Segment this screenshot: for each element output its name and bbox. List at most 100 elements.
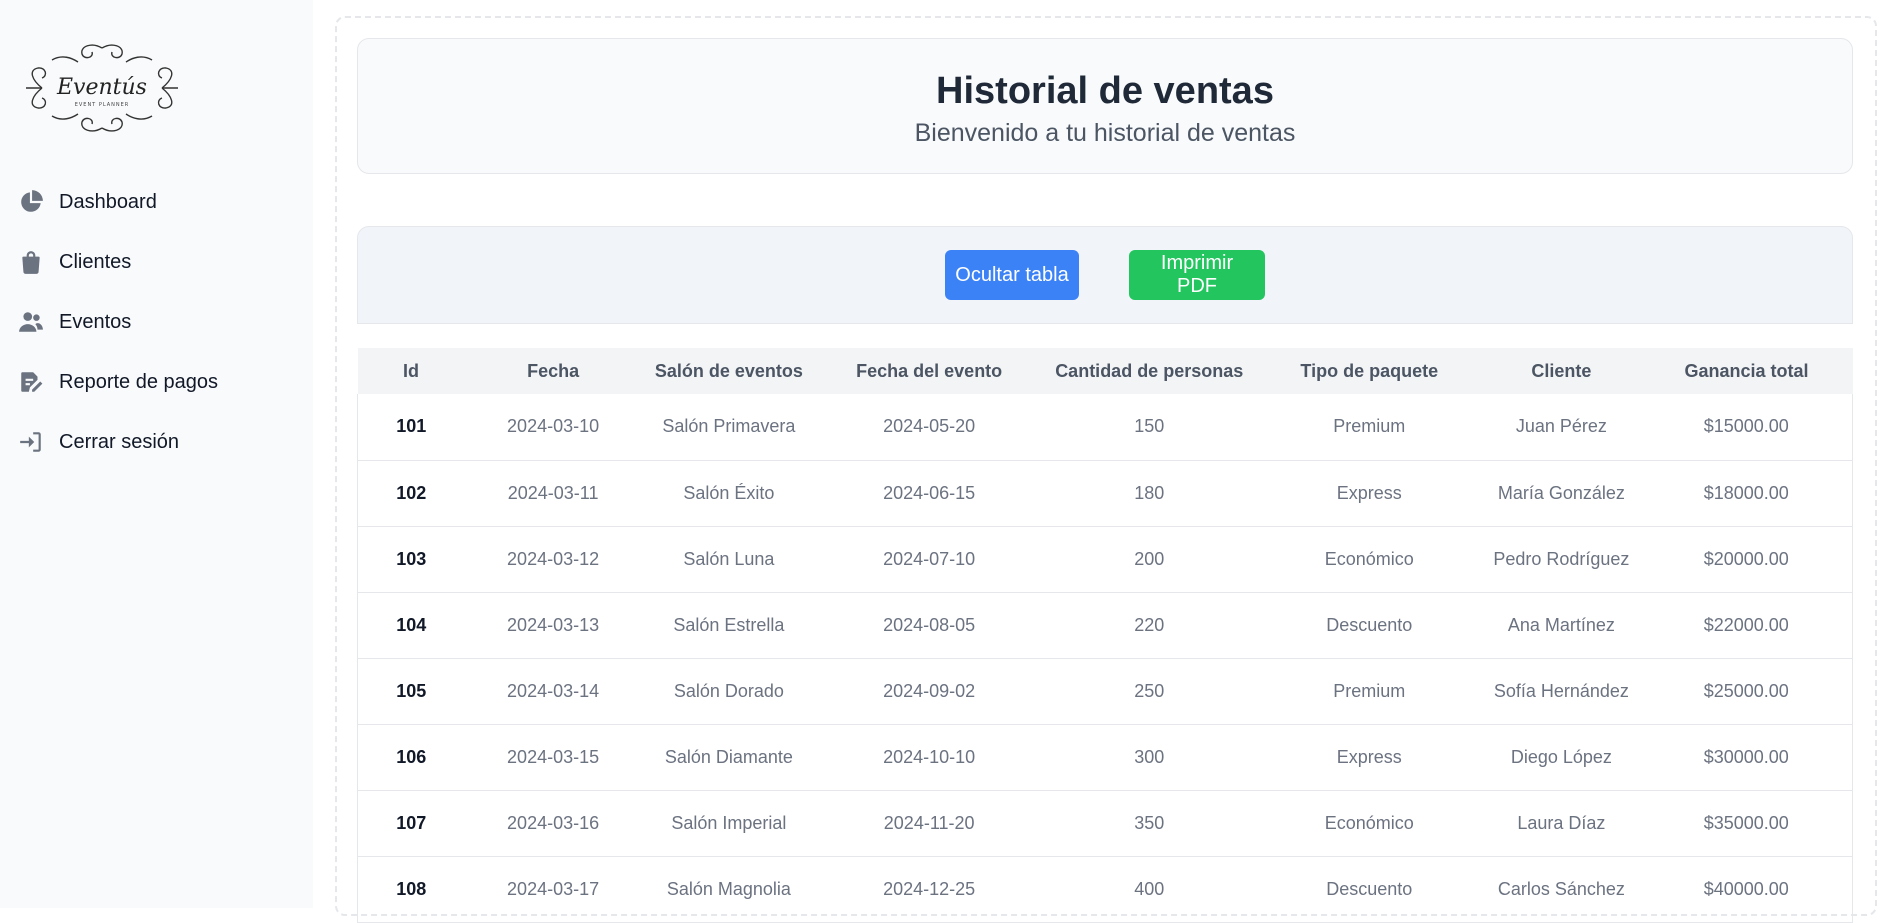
table-cell: Laura Díaz	[1517, 812, 1606, 833]
sidebar-item-reporte-de-pagos[interactable]: Reporte de pagos	[0, 352, 313, 412]
sidebar-item-clientes[interactable]: Clientes	[0, 232, 313, 292]
sales-table-container: Id Fecha Salón de eventos Fecha del evento C…	[357, 348, 1853, 923]
table-cell: 2024-06-15	[883, 482, 976, 503]
table-cell: 2024-03-17	[507, 878, 600, 899]
hide-table-button[interactable]: Ocultar tabla	[945, 250, 1079, 300]
sidebar-item-eventos[interactable]: Eventos	[0, 292, 313, 352]
table-cell: Salón Imperial	[671, 812, 787, 833]
table-cell: Económico	[1324, 548, 1414, 569]
table-cell: 300	[1134, 746, 1165, 767]
table-cell: 106	[396, 746, 427, 767]
table-cell: Express	[1336, 746, 1402, 767]
page-title: Historial de ventas	[936, 70, 1274, 112]
logo-ornament-icon: Eventús EVENT PLANNER	[26, 44, 178, 132]
page-subtitle: Bienvenido a tu historial de ventas	[914, 119, 1296, 147]
table-cell: Sofía Hernández	[1493, 680, 1629, 701]
table-toolbar: Ocultar tabla Imprimir PDF	[357, 226, 1853, 324]
table-cell: 105	[396, 680, 427, 701]
table-cell: Premium	[1333, 416, 1406, 437]
sidebar-item-dashboard[interactable]: Dashboard	[0, 172, 313, 232]
table-cell: 2024-03-13	[507, 614, 600, 635]
table-cell: Económico	[1324, 812, 1414, 833]
sidebar-item-label: Reporte de pagos	[59, 370, 219, 393]
logo-subtext: EVENT PLANNER	[75, 102, 130, 108]
table-cell: 2024-11-20	[883, 812, 975, 833]
sidebar-item-label: Cerrar sesión	[59, 430, 180, 453]
sidebar-nav: Dashboard Clientes Eventos Reporte de pa…	[0, 172, 313, 472]
table-cell: 107	[396, 812, 427, 833]
table-row: 107 2024-03-16 Salón Imperial 2024-11-20 350…	[357, 790, 1853, 856]
table-cell: $40000.00	[1703, 878, 1789, 899]
sidebar-item-cerrar-sesion[interactable]: Cerrar sesión	[0, 412, 313, 472]
table-cell: Ana Martínez	[1507, 614, 1615, 635]
table-cell: Descuento	[1326, 614, 1413, 635]
table-cell: 2024-03-14	[507, 680, 600, 701]
logo[interactable]: Eventús EVENT PLANNER	[22, 40, 182, 136]
column-header: Fecha	[527, 360, 580, 381]
table-cell: Juan Pérez	[1515, 416, 1607, 437]
table-header-row: Id Fecha Salón de eventos Fecha del evento C…	[357, 348, 1853, 394]
table-cell: 108	[396, 878, 427, 899]
table-cell: Salón Éxito	[683, 482, 775, 503]
column-header: Id	[403, 360, 420, 381]
table-cell: 104	[396, 614, 427, 635]
column-header: Tipo de paquete	[1300, 360, 1439, 381]
table-cell: Carlos Sánchez	[1497, 878, 1625, 899]
table-cell: Salón Diamante	[664, 746, 793, 767]
users-icon	[18, 309, 44, 335]
table-cell: Express	[1336, 482, 1402, 503]
column-header: Fecha del evento	[856, 360, 1003, 381]
table-cell: 2024-12-25	[883, 878, 976, 899]
sidebar: Eventús EVENT PLANNER Dashboard Clientes…	[0, 0, 313, 908]
table-cell: 2024-03-11	[507, 482, 599, 503]
table-cell: Salón Luna	[683, 548, 775, 569]
table-cell: 2024-05-20	[883, 416, 976, 437]
sales-table: Id Fecha Salón de eventos Fecha del evento C…	[357, 348, 1853, 923]
table-row: 105 2024-03-14 Salón Dorado 2024-09-02 250 Pr…	[357, 658, 1853, 724]
sign-in-icon	[18, 429, 44, 455]
table-row: 106 2024-03-15 Salón Diamante 2024-10-10 300…	[357, 724, 1853, 790]
table-cell: Salón Magnolia	[666, 878, 791, 899]
table-cell: $25000.00	[1703, 680, 1789, 701]
table-cell: 350	[1134, 812, 1165, 833]
sidebar-item-label: Dashboard	[59, 190, 157, 213]
print-pdf-button[interactable]: Imprimir PDF	[1129, 250, 1265, 300]
table-cell: 2024-03-10	[507, 416, 600, 437]
table-cell: 400	[1134, 878, 1165, 899]
table-cell: $18000.00	[1703, 482, 1789, 503]
table-cell: Premium	[1333, 680, 1406, 701]
table-cell: $20000.00	[1703, 548, 1789, 569]
table-cell: 180	[1134, 482, 1165, 503]
table-row: 101 2024-03-10 Salón Primavera 2024-05-20 15…	[357, 394, 1853, 460]
table-cell: Salón Dorado	[673, 680, 784, 701]
table-row: 102 2024-03-11 Salón Éxito 2024-06-15 180 Exp…	[357, 460, 1853, 526]
table-cell: Diego López	[1510, 746, 1612, 767]
table-cell: 250	[1134, 680, 1165, 701]
main-content: Historial de ventas Bienvenido a tu hist…	[335, 16, 1877, 922]
column-header: Cantidad de personas	[1055, 360, 1244, 381]
table-cell: Descuento	[1326, 878, 1413, 899]
table-row: 104 2024-03-13 Salón Estrella 2024-08-05 220…	[357, 592, 1853, 658]
table-cell: 2024-10-10	[883, 746, 976, 767]
table-cell: 2024-08-05	[883, 614, 976, 635]
table-cell: Pedro Rodríguez	[1493, 548, 1630, 569]
shopping-bag-icon	[18, 249, 44, 275]
logo-text: Eventús	[56, 75, 147, 100]
table-cell: Salón Primavera	[662, 416, 796, 437]
table-cell: 150	[1134, 416, 1165, 437]
table-cell: $15000.00	[1703, 416, 1789, 437]
page-header: Historial de ventas Bienvenido a tu hist…	[357, 38, 1853, 174]
table-cell: 2024-07-10	[883, 548, 976, 569]
pie-chart-icon	[18, 189, 44, 215]
table-cell: María González	[1497, 482, 1625, 503]
table-cell: $22000.00	[1703, 614, 1789, 635]
table-cell: 2024-03-12	[507, 548, 600, 569]
table-cell: 2024-09-02	[883, 680, 976, 701]
table-cell: 103	[396, 548, 427, 569]
edit-document-icon	[18, 369, 44, 395]
column-header: Cliente	[1531, 360, 1592, 381]
table-row: 103 2024-03-12 Salón Luna 2024-07-10 200 Econ…	[357, 526, 1853, 592]
column-header: Ganancia total	[1684, 360, 1809, 381]
column-header: Salón de eventos	[654, 360, 803, 381]
table-cell: 200	[1134, 548, 1165, 569]
